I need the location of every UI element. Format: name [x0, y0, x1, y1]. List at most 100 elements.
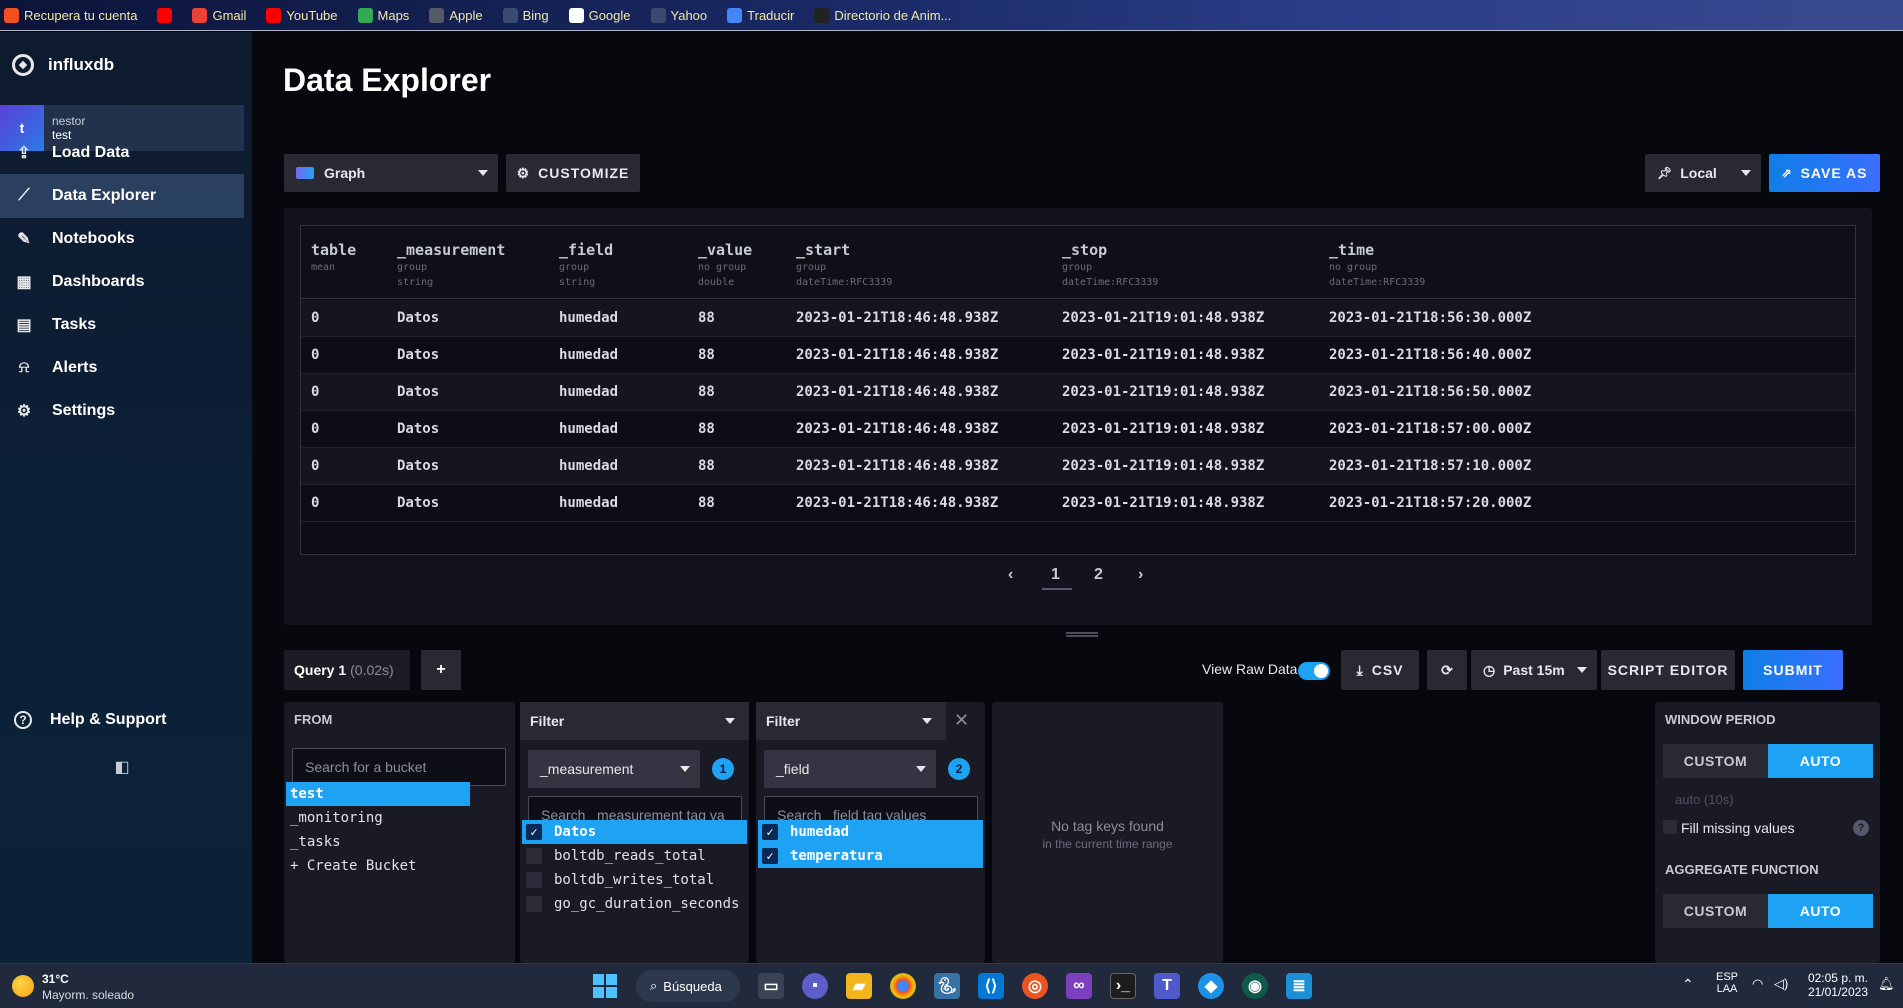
tag-value-item[interactable]: ✓ humedad — [758, 820, 983, 844]
graph-type-label: Graph — [324, 165, 366, 181]
sidebar-item-tasks[interactable]: ▤ Tasks — [0, 303, 244, 347]
csv-label: CSV — [1371, 662, 1404, 678]
vscode-icon[interactable]: ⟨⟩ — [978, 973, 1004, 999]
column-header[interactable]: _value no group double — [698, 241, 752, 289]
window-custom-button[interactable]: CUSTOM — [1663, 744, 1768, 778]
collapse-sidebar-icon[interactable]: ◧ — [112, 757, 132, 777]
docker-icon[interactable]: ◆ — [1198, 973, 1224, 999]
bookmark[interactable]: Yahoo — [650, 7, 707, 23]
filter-header[interactable]: Filter — [520, 702, 749, 740]
chat-icon[interactable]: ▪ — [802, 973, 828, 999]
filter-header[interactable]: Filter — [756, 702, 946, 740]
aggregate-auto-button[interactable]: AUTO — [1768, 894, 1873, 928]
wifi-icon[interactable]: ◠ — [1752, 976, 1763, 992]
column-header[interactable]: _time no group dateTime:RFC3339 — [1329, 241, 1425, 289]
python-icon[interactable]: 🐍︎ — [934, 973, 960, 999]
checkbox-icon[interactable] — [526, 848, 542, 864]
tag-value-item[interactable]: ✓ Datos — [522, 820, 747, 844]
help-support-link[interactable]: ? Help & Support — [0, 698, 244, 742]
sidebar-item-load-data[interactable]: ⇪ Load Data — [0, 131, 244, 175]
bookmark[interactable]: YouTube — [266, 7, 338, 23]
bucket-label: + Create Bucket — [290, 858, 417, 874]
bookmark[interactable]: Directorio de Anim... — [814, 7, 951, 23]
tag-value-item[interactable]: boltdb_writes_total — [522, 868, 747, 892]
field-key-dropdown[interactable]: _field — [764, 750, 936, 788]
bucket-item[interactable]: _monitoring — [286, 806, 470, 830]
checkbox-checked-icon[interactable]: ✓ — [526, 824, 542, 840]
bookmark[interactable]: Google — [568, 7, 631, 23]
sidebar-item-settings[interactable]: ⚙ Settings — [0, 389, 244, 433]
resize-handle[interactable] — [1066, 632, 1098, 637]
prev-page-icon[interactable]: ‹ — [1008, 566, 1013, 584]
script-editor-button[interactable]: SCRIPT EDITOR — [1601, 650, 1735, 690]
aggregate-custom-button[interactable]: CUSTOM — [1663, 894, 1768, 928]
time-range-dropdown[interactable]: ◷ Past 15m — [1471, 650, 1597, 690]
refresh-button[interactable]: ⟳ — [1427, 650, 1467, 690]
checkbox-icon[interactable] — [526, 872, 542, 888]
save-as-button[interactable]: ⇗ SAVE AS — [1769, 154, 1880, 192]
sidebar-item-notebooks[interactable]: ✎ Notebooks — [0, 217, 244, 261]
timezone-dropdown[interactable]: 📌︎ Local — [1645, 154, 1761, 192]
weather-icon[interactable] — [12, 975, 34, 997]
bucket-search-input[interactable]: Search for a bucket — [292, 748, 506, 786]
csv-button[interactable]: ⤓ CSV — [1341, 650, 1419, 690]
table-cell: 2023-01-21T18:46:48.938Z — [796, 458, 999, 474]
chrome-icon[interactable] — [890, 973, 916, 999]
bookmark[interactable] — [157, 7, 173, 23]
tag-value-item[interactable]: boltdb_reads_total — [522, 844, 747, 868]
checkbox-checked-icon[interactable]: ✓ — [762, 824, 778, 840]
window-auto-button[interactable]: AUTO — [1768, 744, 1873, 778]
bucket-item[interactable]: test — [286, 782, 470, 806]
bookmark[interactable]: Maps — [357, 7, 409, 23]
influxdb-logo[interactable]: influxdb — [12, 54, 114, 76]
notification-bell-icon[interactable]: 🔔︎ — [1878, 976, 1895, 992]
measurement-key-dropdown[interactable]: _measurement — [528, 750, 700, 788]
sidebar-item-alerts[interactable]: ⍾ Alerts — [0, 346, 244, 390]
ubuntu-icon[interactable]: ◎ — [1022, 973, 1048, 999]
task-view-icon[interactable]: ▭ — [758, 973, 784, 999]
file-explorer-icon[interactable]: ▰ — [846, 973, 872, 999]
view-raw-data-toggle[interactable] — [1298, 662, 1330, 680]
app-icon[interactable]: ◉ — [1242, 973, 1268, 999]
tag-value-item[interactable]: go_gc_duration_seconds — [522, 892, 747, 916]
page-2-button[interactable]: 2 — [1094, 566, 1103, 584]
customize-button[interactable]: ⚙ CUSTOMIZE — [506, 154, 640, 192]
page-1-button[interactable]: 1 — [1051, 566, 1060, 584]
volume-icon[interactable]: ◁) — [1774, 976, 1788, 992]
info-icon[interactable]: ? — [1853, 820, 1869, 836]
checkbox-checked-icon[interactable]: ✓ — [762, 848, 778, 864]
visual-studio-icon[interactable]: ∞ — [1066, 973, 1092, 999]
bookmark[interactable]: Recupera tu cuenta — [4, 7, 137, 23]
terminal-icon[interactable]: ›_ — [1110, 973, 1136, 999]
column-header[interactable]: _stop group dateTime:RFC3339 — [1062, 241, 1158, 289]
graph-type-dropdown[interactable]: Graph — [284, 154, 498, 192]
bucket-item[interactable]: _tasks — [286, 830, 470, 854]
teams-icon[interactable]: T — [1154, 973, 1180, 999]
next-page-icon[interactable]: › — [1138, 566, 1143, 584]
add-query-button[interactable]: + — [421, 650, 461, 690]
bucket-item[interactable]: + Create Bucket — [286, 854, 470, 878]
column-header[interactable]: _field group string — [559, 241, 613, 289]
submit-button[interactable]: SUBMIT — [1743, 650, 1843, 690]
chevron-up-icon[interactable]: ⌃ — [1682, 976, 1694, 993]
column-header[interactable]: _measurement group string — [397, 241, 505, 289]
bookmark[interactable]: Gmail — [192, 7, 246, 23]
close-filter-icon[interactable]: ✕ — [954, 710, 969, 731]
query-tab[interactable]: Query 1 (0.02s) — [284, 650, 410, 690]
bookmark[interactable]: Traducir — [727, 7, 794, 23]
sidebar-item-data-explorer[interactable]: ⟋ Data Explorer — [0, 174, 244, 218]
table-cell: 2023-01-21T18:56:50.000Z — [1329, 384, 1532, 400]
language-indicator[interactable]: ESP LAA — [1712, 971, 1742, 995]
start-icon[interactable] — [592, 973, 618, 999]
tag-value-item[interactable]: ✓ temperatura — [758, 844, 983, 868]
column-header[interactable]: table mean — [311, 241, 356, 277]
bookmark[interactable]: Apple — [429, 7, 483, 23]
notepad-icon[interactable]: ≣ — [1286, 973, 1312, 999]
fill-missing-checkbox[interactable] — [1663, 820, 1677, 834]
bookmark[interactable]: Bing — [502, 7, 549, 23]
checkbox-icon[interactable] — [526, 896, 542, 912]
clock[interactable]: 02:05 p. m. 21/01/2023 — [1806, 971, 1868, 999]
column-header[interactable]: _start group dateTime:RFC3339 — [796, 241, 892, 289]
sidebar-item-dashboards[interactable]: ▦ Dashboards — [0, 260, 244, 304]
taskbar-search[interactable]: ⌕ Búsqueda — [636, 970, 740, 1002]
